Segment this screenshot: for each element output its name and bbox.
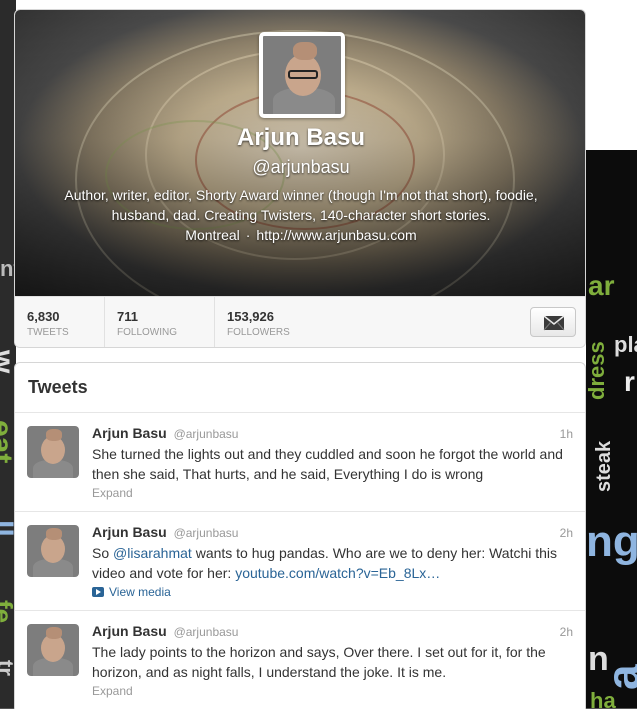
envelope-icon xyxy=(543,315,565,331)
view-media-label: View media xyxy=(109,585,171,599)
profile-location: Montreal xyxy=(185,227,240,243)
tweet-text-part: So xyxy=(92,545,114,561)
tweet-expand-link[interactable]: Expand xyxy=(92,684,133,698)
wallpaper-word: steak xyxy=(593,440,615,492)
tweet-avatar[interactable] xyxy=(27,525,79,577)
tweet-avatar[interactable] xyxy=(27,624,79,676)
profile-avatar[interactable] xyxy=(259,32,345,118)
wallpaper-word: ar xyxy=(588,270,615,301)
tweet-author-name: Arjun Basu xyxy=(92,524,167,540)
tweet-expand-link[interactable]: Expand xyxy=(92,486,133,500)
meta-separator: · xyxy=(245,227,251,243)
stat-tweets-label: TWEETS xyxy=(27,327,69,338)
avatar-hand xyxy=(293,42,317,60)
wallpaper-word: pla xyxy=(614,332,637,357)
tweet-item[interactable]: Arjun Basu @arjunbasu 2h The lady points… xyxy=(15,611,585,709)
background-right-strip xyxy=(586,150,637,709)
stat-following-label: FOLLOWING xyxy=(117,327,178,338)
tweet-url-link[interactable]: youtube.com/watch?v=Eb_8Lx… xyxy=(235,565,440,581)
view-media-link[interactable]: View media xyxy=(92,585,171,599)
tweets-card: Tweets Arjun Basu @arjunbasu 1h She turn… xyxy=(14,362,586,709)
profile-website-link[interactable]: http://www.arjunbasu.com xyxy=(256,227,416,243)
tweet-item[interactable]: Arjun Basu @arjunbasu 2h So @lisarahmat … xyxy=(15,512,585,611)
avatar-hand xyxy=(46,528,62,540)
wallpaper-word: ng xyxy=(586,517,637,566)
stat-tweets-value: 6,830 xyxy=(27,309,60,324)
tweet-avatar[interactable] xyxy=(27,426,79,478)
tweet-timestamp[interactable]: 2h xyxy=(560,625,573,639)
tweet-author-name: Arjun Basu xyxy=(92,623,167,639)
tweet-mention-link[interactable]: @lisarahmat xyxy=(113,545,192,561)
play-icon xyxy=(92,587,104,597)
tweet-text: So @lisarahmat wants to hug pandas. Who … xyxy=(92,543,577,583)
stat-followers-label: FOLLOWERS xyxy=(227,327,290,338)
tweet-timestamp[interactable]: 2h xyxy=(560,526,573,540)
profile-stats-bar: 6,830 TWEETS 711 FOLLOWING 153,926 FOLLO… xyxy=(15,296,585,347)
tweet-text: The lady points to the horizon and says,… xyxy=(92,644,546,680)
profile-handle: @arjunbasu xyxy=(252,157,350,177)
stat-following[interactable]: 711 FOLLOWING xyxy=(105,297,215,347)
tweet-author-name: Arjun Basu xyxy=(92,425,167,441)
wallpaper-word: dress xyxy=(584,341,609,400)
stat-following-value: 711 xyxy=(117,309,138,324)
tweet-author-handle: @arjunbasu xyxy=(173,526,239,540)
avatar-hand xyxy=(46,627,62,639)
avatar-hand xyxy=(46,429,62,441)
avatar-glasses xyxy=(288,70,318,79)
profile-card: Arjun Basu @arjunbasu Author, writer, ed… xyxy=(14,9,586,348)
tweet-author[interactable]: Arjun Basu @arjunbasu xyxy=(92,524,238,540)
profile-meta: Montreal · http://www.arjunbasu.com xyxy=(15,227,585,243)
profile-name: Arjun Basu xyxy=(236,124,365,151)
tweet-text: She turned the lights out and they cuddl… xyxy=(92,446,563,482)
wallpaper-word: ha xyxy=(590,688,616,709)
tweet-author-handle: @arjunbasu xyxy=(173,427,239,441)
stat-followers[interactable]: 153,926 FOLLOWERS xyxy=(215,297,325,347)
wallpaper-word: r xyxy=(624,366,635,397)
wallpaper-word: n xyxy=(588,640,609,678)
stat-followers-value: 153,926 xyxy=(227,309,274,324)
tweets-heading: Tweets xyxy=(15,363,585,413)
tweet-author-handle: @arjunbasu xyxy=(173,625,239,639)
tweet-author[interactable]: Arjun Basu @arjunbasu xyxy=(92,623,238,639)
message-button[interactable] xyxy=(530,307,576,337)
tweet-timestamp[interactable]: 1h xyxy=(560,427,573,441)
stat-tweets[interactable]: 6,830 TWEETS xyxy=(15,297,105,347)
tweet-author[interactable]: Arjun Basu @arjunbasu xyxy=(92,425,238,441)
tweet-item[interactable]: Arjun Basu @arjunbasu 1h She turned the … xyxy=(15,413,585,512)
profile-bio: Author, writer, editor, Shorty Award win… xyxy=(64,187,538,223)
